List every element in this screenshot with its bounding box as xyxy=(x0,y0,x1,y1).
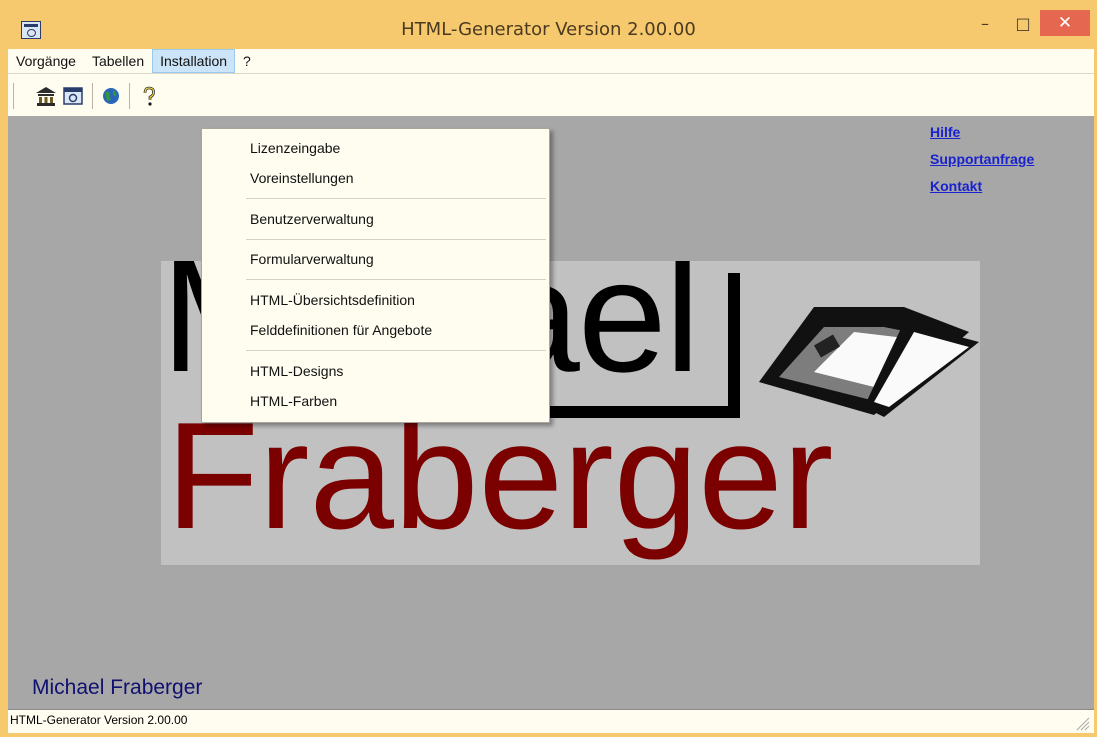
help-icon[interactable] xyxy=(138,85,160,107)
maximize-button[interactable]: □ xyxy=(1006,10,1040,36)
toolbar xyxy=(8,74,1094,116)
menu-item-html-farben[interactable]: HTML-Farben xyxy=(202,387,549,415)
menu-separator xyxy=(246,198,546,199)
status-bar: HTML-Generator Version 2.00.00 xyxy=(8,709,1094,733)
contact-link[interactable]: Kontakt xyxy=(930,176,1034,203)
globe-icon[interactable] xyxy=(100,85,122,107)
installation-menu: Lizenzeingabe Voreinstellungen Benutzerv… xyxy=(201,128,550,423)
menu-item-voreinstellungen[interactable]: Voreinstellungen xyxy=(202,164,549,192)
menu-item-felddefinitionen[interactable]: Felddefinitionen für Angebote xyxy=(202,316,549,344)
menu-separator xyxy=(246,350,546,351)
menu-bar: Vorgänge Tabellen Installation ? xyxy=(8,49,1094,74)
title-bar[interactable]: HTML-Generator Version 2.00.00 – □ ✕ xyxy=(0,0,1097,49)
bank-icon[interactable] xyxy=(35,85,57,107)
menu-help[interactable]: ? xyxy=(235,49,259,73)
toolbar-separator xyxy=(92,83,93,109)
toolbar-grip xyxy=(13,83,14,109)
menu-installation[interactable]: Installation xyxy=(152,49,236,73)
menu-item-html-designs[interactable]: HTML-Designs xyxy=(202,357,549,385)
close-button[interactable]: ✕ xyxy=(1040,10,1090,36)
client-area: Vorgänge Tabellen Installation ? Hilfe S… xyxy=(8,49,1094,733)
window-title: HTML-Generator Version 2.00.00 xyxy=(401,19,696,40)
menu-item-lizenzeingabe[interactable]: Lizenzeingabe xyxy=(202,134,549,162)
menu-separator xyxy=(246,279,546,280)
help-link[interactable]: Hilfe xyxy=(930,122,1034,149)
menu-vorgaenge[interactable]: Vorgänge xyxy=(8,49,84,73)
window-icon[interactable] xyxy=(62,85,84,107)
menu-item-benutzerverwaltung[interactable]: Benutzerverwaltung xyxy=(202,205,549,233)
link-list: Hilfe Supportanfrage Kontakt xyxy=(930,122,1034,203)
app-window: HTML-Generator Version 2.00.00 – □ ✕ Vor… xyxy=(0,0,1097,737)
status-text: HTML-Generator Version 2.00.00 xyxy=(10,713,188,727)
menu-separator xyxy=(246,239,546,240)
menu-item-uebersichtsdefinition[interactable]: HTML-Übersichtsdefinition xyxy=(202,286,549,314)
menu-tabellen[interactable]: Tabellen xyxy=(84,49,152,73)
support-link[interactable]: Supportanfrage xyxy=(930,149,1034,176)
toolbar-separator xyxy=(129,83,130,109)
minimize-button[interactable]: – xyxy=(968,10,1002,36)
footer-name: Michael Fraberger xyxy=(32,676,203,699)
resize-grip[interactable] xyxy=(1076,717,1090,731)
menu-item-formularverwaltung[interactable]: Formularverwaltung xyxy=(202,245,549,273)
